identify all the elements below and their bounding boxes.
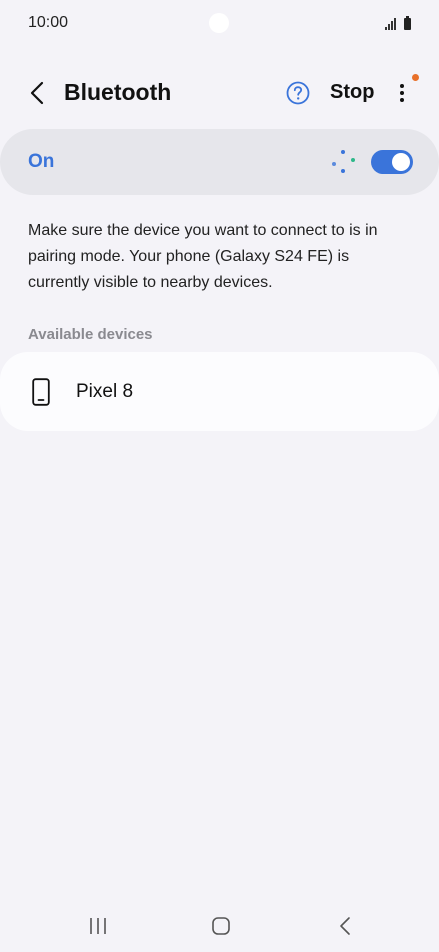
status-time: 10:00 (28, 14, 69, 31)
app-bar: Bluetooth Stop (0, 70, 439, 116)
more-options-button[interactable] (390, 78, 414, 108)
battery-icon (404, 16, 411, 30)
back-icon (340, 917, 350, 935)
bluetooth-switch-card[interactable]: On (0, 129, 439, 195)
recents-button[interactable] (78, 912, 118, 940)
status-bar: 10:00 (0, 0, 439, 48)
back-button[interactable] (20, 76, 54, 110)
home-icon (212, 917, 230, 935)
bluetooth-toggle[interactable] (371, 150, 413, 174)
system-nav-bar (0, 900, 439, 952)
nav-back-button[interactable] (325, 912, 365, 940)
back-arrow-icon (30, 81, 44, 105)
camera-cutout (209, 13, 229, 33)
stop-scan-button[interactable]: Stop (330, 81, 374, 104)
pairing-description: Make sure the device you want to connect… (28, 222, 378, 291)
available-devices-header: Available devices (28, 326, 153, 343)
bluetooth-state-label: On (28, 151, 55, 172)
recents-icon (90, 918, 106, 934)
toggle-knob (392, 153, 410, 171)
page-title: Bluetooth (64, 79, 172, 105)
home-button[interactable] (201, 912, 241, 940)
more-vert-icon (400, 84, 404, 102)
scanning-spinner-icon (332, 150, 355, 173)
notification-dot (412, 74, 419, 81)
phone-icon (32, 378, 50, 406)
device-name: Pixel 8 (76, 381, 134, 402)
help-button[interactable] (285, 80, 311, 106)
status-icons (385, 16, 411, 30)
help-icon (286, 81, 310, 105)
device-item-pixel-8[interactable]: Pixel 8 (0, 352, 439, 431)
